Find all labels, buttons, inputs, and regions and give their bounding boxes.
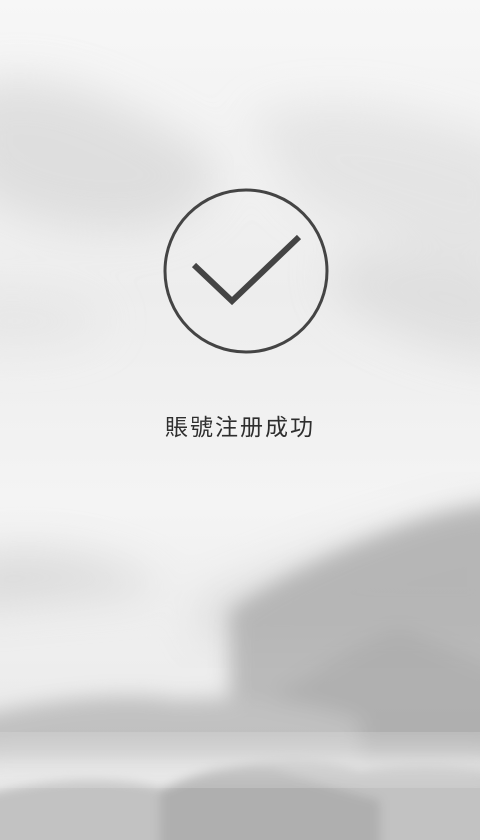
registration-success-screen: 賬號注册成功 <box>0 0 480 840</box>
registration-success-message: 賬號注册成功 <box>165 415 315 441</box>
check-circle-icon <box>163 188 329 354</box>
